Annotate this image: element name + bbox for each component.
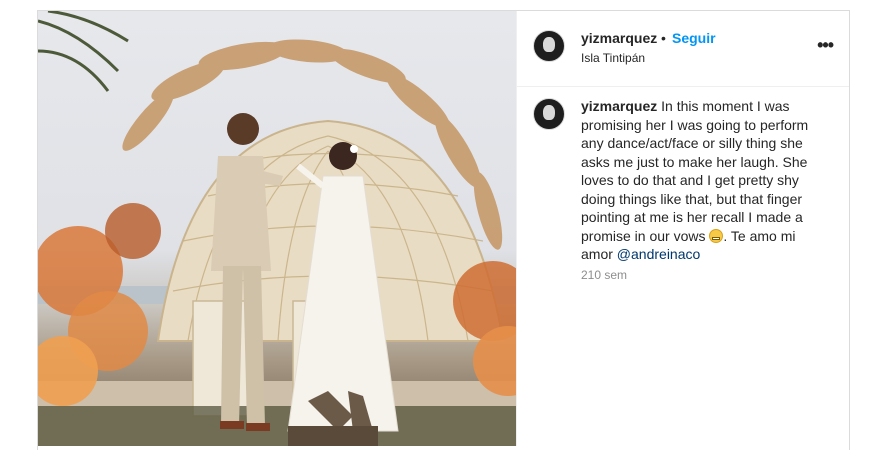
avatar[interactable] — [533, 30, 565, 62]
location-link[interactable]: Isla Tintipán — [581, 51, 645, 65]
caption-text: In this moment I was promising her I was… — [581, 98, 809, 244]
separator-dot: • — [661, 30, 666, 46]
post-caption: yizmarquez In this moment I was promisin… — [581, 97, 811, 264]
post-timestamp[interactable]: 210 sem — [581, 268, 627, 282]
username-link[interactable]: yizmarquez — [581, 30, 657, 46]
orange-flowers-left — [38, 203, 161, 406]
caption-username[interactable]: yizmarquez — [581, 98, 657, 114]
post-dialog: yizmarquez • Seguir Isla Tintipán ••• yi… — [37, 10, 850, 450]
greenery — [38, 406, 516, 446]
palm-leaves — [38, 11, 129, 92]
follow-button[interactable]: Seguir — [672, 30, 716, 46]
post-photo[interactable] — [38, 11, 516, 446]
grimacing-face-emoji-icon — [709, 228, 724, 243]
post-header: yizmarquez • Seguir Isla Tintipán ••• — [517, 11, 849, 87]
caption-avatar[interactable] — [533, 98, 565, 130]
wedding-scene-illustration — [38, 11, 516, 446]
post-sidebar: yizmarquez • Seguir Isla Tintipán ••• yi… — [516, 11, 849, 446]
mention-link[interactable]: @andreinaco — [617, 246, 701, 262]
more-options-icon[interactable]: ••• — [817, 35, 834, 56]
